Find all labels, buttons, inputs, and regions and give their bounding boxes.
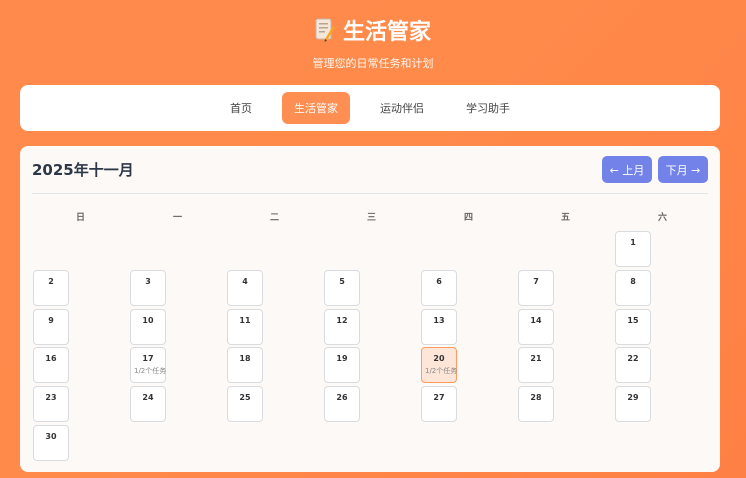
weekday-label: 六 <box>657 213 667 223</box>
day-number: 6 <box>436 276 442 286</box>
app-subtitle: 管理您的日常任务和计划 <box>312 57 434 70</box>
day-number: 11 <box>239 315 251 325</box>
calendar-day-cell[interactable]: 28 <box>518 386 554 423</box>
day-number: 3 <box>145 276 151 286</box>
calendar-day-cell[interactable]: 22 <box>615 347 651 384</box>
day-number: 5 <box>339 276 345 286</box>
day-number: 2 <box>48 276 54 286</box>
day-number: 10 <box>142 315 154 325</box>
calendar-day-cell[interactable]: 4 <box>227 269 263 306</box>
nav-tab[interactable]: 生活管家 <box>282 92 350 124</box>
day-number: 14 <box>530 315 542 325</box>
day-number: 7 <box>533 276 539 286</box>
day-number: 20 <box>433 354 445 364</box>
calendar-day-cell[interactable]: 23 <box>33 386 69 423</box>
day-number: 15 <box>627 315 639 325</box>
day-number: 19 <box>336 354 348 364</box>
day-number: 18 <box>239 354 251 364</box>
calendar-day-cell[interactable]: 24 <box>130 386 166 423</box>
day-number: 23 <box>45 393 57 403</box>
app-title-row: 生活管家 <box>315 14 431 46</box>
calendar-day-cell[interactable]: 6 <box>421 269 457 306</box>
calendar-day-cell[interactable]: 21 <box>518 347 554 384</box>
calendar-day-cell[interactable]: 29 <box>615 386 651 423</box>
day-number: 26 <box>336 393 348 403</box>
day-number: 17 <box>142 354 154 364</box>
calendar-day-cell[interactable]: 16 <box>33 347 69 384</box>
calendar-day-cell[interactable]: 26 <box>324 386 360 423</box>
nav-tab[interactable]: 运动伴侣 <box>368 92 436 124</box>
calendar-day-cell[interactable]: 25 <box>227 386 263 423</box>
nav-tab[interactable]: 学习助手 <box>454 92 522 124</box>
calendar-day-cell[interactable]: 17 1/2个任务 <box>130 347 167 384</box>
day-number: 4 <box>242 276 248 286</box>
day-number: 30 <box>45 432 57 441</box>
calendar-day-cell[interactable]: 20 1/2个任务 <box>421 347 458 384</box>
day-number: 12 <box>336 315 348 325</box>
day-number: 27 <box>433 393 445 403</box>
calendar-day-cell[interactable]: 11 <box>227 308 263 345</box>
day-number: 9 <box>48 315 54 325</box>
day-number: 29 <box>627 393 639 403</box>
calendar-day-cell[interactable]: 1 <box>615 231 651 267</box>
weekday-label: 一 <box>172 213 182 223</box>
notepad-pencil-icon <box>315 17 335 43</box>
calendar-panel: 2025年十一月 ← 上月 下月 → 日一二三四五六 1 2 3 4 5 6 7 8 9 10 11… <box>20 146 720 472</box>
task-count-label: 1/2个任务 <box>134 367 167 376</box>
app-header: 生活管家 管理您的日常任务和计划 <box>0 14 746 71</box>
calendar-day-cell[interactable]: 12 <box>324 308 360 345</box>
weekday-label: 日 <box>75 213 85 223</box>
weekday-header-row: 日一二三四五六 <box>32 210 711 223</box>
calendar-day-cell[interactable]: 18 <box>227 347 263 384</box>
nav-tab[interactable]: 首页 <box>218 92 264 124</box>
weekday-label: 三 <box>366 213 376 223</box>
app-title: 生活管家 <box>342 20 431 45</box>
calendar-day-cell[interactable]: 15 <box>615 308 651 345</box>
calendar-day-cell[interactable]: 7 <box>518 269 554 306</box>
calendar-day-cell[interactable]: 3 <box>130 269 166 306</box>
day-number: 22 <box>627 354 639 364</box>
day-number: 25 <box>239 393 251 403</box>
calendar-day-cell[interactable]: 13 <box>421 308 457 345</box>
next-month-button[interactable]: 下月 → <box>658 156 708 183</box>
calendar-day-cell[interactable]: 27 <box>421 386 457 423</box>
calendar-day-cell[interactable]: 30 <box>33 425 69 461</box>
weekday-label: 五 <box>560 213 570 223</box>
calendar-day-cell[interactable]: 2 <box>33 269 69 306</box>
day-number: 24 <box>142 393 154 403</box>
weekday-label: 二 <box>269 213 279 223</box>
day-number: 8 <box>630 276 636 286</box>
calendar-day-cell[interactable]: 10 <box>130 308 166 345</box>
calendar-day-cell[interactable]: 19 <box>324 347 360 384</box>
day-number: 13 <box>433 315 445 325</box>
calendar-day-cell[interactable]: 9 <box>33 308 69 345</box>
prev-month-button[interactable]: ← 上月 <box>602 156 652 183</box>
weekday-label: 四 <box>463 213 473 223</box>
day-number: 1 <box>630 238 636 247</box>
calendar-day-cell[interactable]: 8 <box>615 269 651 306</box>
day-number: 16 <box>45 354 57 364</box>
day-number: 28 <box>530 393 542 403</box>
month-title: 2025年十一月 <box>32 161 134 179</box>
calendar-day-cell[interactable]: 14 <box>518 308 554 345</box>
main-nav: 首页 生活管家 运动伴侣 学习助手 <box>20 85 720 131</box>
task-count-label: 1/2个任务 <box>425 367 458 376</box>
calendar-day-cell[interactable]: 5 <box>324 269 360 306</box>
month-nav-buttons: ← 上月 下月 → <box>602 156 708 183</box>
calendar-header: 2025年十一月 ← 上月 下月 → <box>32 146 708 194</box>
day-number: 21 <box>530 354 542 364</box>
